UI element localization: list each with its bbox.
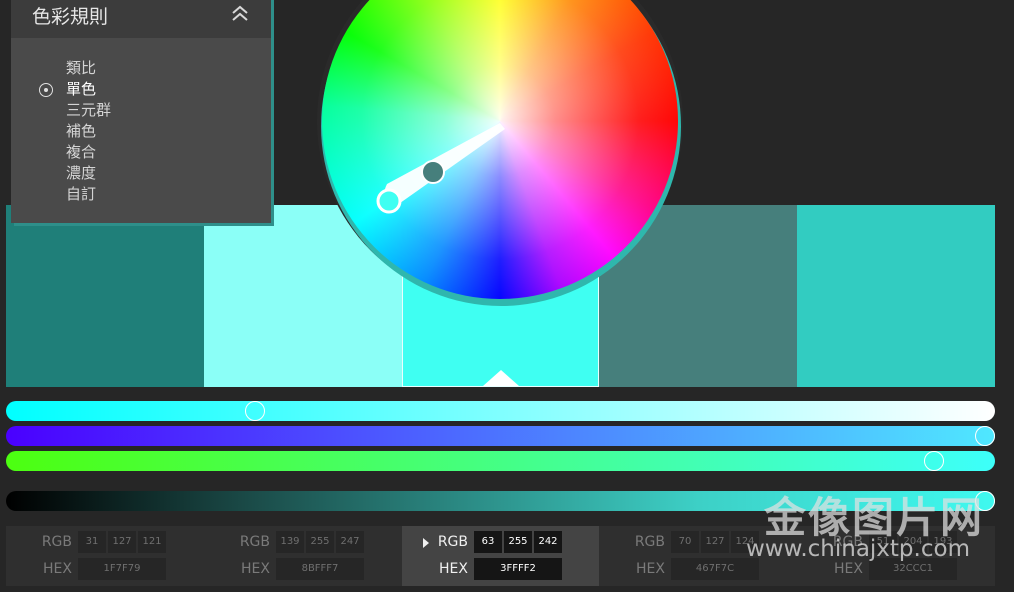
green-value-field[interactable]: 255 [306, 531, 334, 553]
hex-value-field[interactable]: 8BFFF7 [276, 558, 364, 580]
rule-label: 自訂 [66, 185, 97, 203]
rgb-label: RGB [832, 534, 863, 550]
rule-compound[interactable]: 複合 [11, 142, 271, 163]
rule-label: 單色 [66, 80, 97, 98]
color-swatch-1[interactable] [6, 205, 204, 387]
collapse-chevron-up-icon[interactable] [231, 4, 249, 24]
color-wheel-container [317, 0, 683, 306]
saturation-slider-knob[interactable] [975, 426, 996, 446]
rule-label: 三元群 [66, 101, 112, 119]
color-rules-panel: 色彩規則 類比 單色 三元群 補色 複合 濃度 自訂 [11, 0, 271, 223]
color-rules-app: 色彩規則 類比 單色 三元群 補色 複合 濃度 自訂 RGB 31 127 12… [0, 0, 1014, 592]
rule-list: 類比 單色 三元群 補色 複合 濃度 自訂 [11, 58, 271, 205]
rule-label: 補色 [66, 122, 97, 140]
color-values-4: RGB 70 127 124 HEX 467F7C [599, 526, 797, 586]
blue-value-field[interactable]: 121 [138, 531, 166, 553]
hue-slider[interactable] [6, 401, 995, 421]
rule-custom[interactable]: 自訂 [11, 184, 271, 205]
rule-label: 濃度 [66, 164, 97, 182]
value-slider-knob[interactable] [975, 491, 996, 511]
rgb-label: RGB [634, 534, 665, 550]
color-swatch-5[interactable] [797, 205, 995, 387]
green-value-field[interactable]: 204 [899, 531, 927, 553]
rule-label: 複合 [66, 143, 97, 161]
blue-value-field[interactable]: 124 [731, 531, 759, 553]
hue-slider-knob[interactable] [245, 401, 266, 421]
blue-value-field[interactable]: 242 [534, 531, 562, 553]
red-value-field[interactable]: 139 [276, 531, 304, 553]
hex-label: HEX [43, 561, 72, 577]
blue-value-field[interactable]: 247 [336, 531, 364, 553]
color-values-5: RGB 51 204 193 HEX 32CCC1 [797, 526, 995, 586]
red-value-field[interactable]: 70 [671, 531, 699, 553]
panel-header[interactable]: 色彩規則 [11, 0, 271, 38]
rule-label: 類比 [66, 59, 97, 77]
rule-monochromatic[interactable]: 單色 [11, 79, 271, 100]
hex-label: HEX [241, 561, 270, 577]
red-value-field[interactable]: 31 [78, 531, 106, 553]
red-value-field[interactable]: 63 [474, 531, 502, 553]
radio-selected-icon[interactable] [39, 83, 53, 97]
rgb-label: RGB [41, 534, 72, 550]
color-values-base: RGB 63 255 242 HEX 3FFFF2 [402, 526, 599, 586]
panel-title: 色彩規則 [32, 6, 109, 28]
red-value-field[interactable]: 51 [869, 531, 897, 553]
hex-value-field[interactable]: 3FFFF2 [474, 558, 562, 580]
value-slider[interactable] [6, 491, 996, 511]
rule-triad[interactable]: 三元群 [11, 100, 271, 121]
rgb-label: RGB [437, 534, 468, 550]
saturation-slider[interactable] [6, 426, 996, 446]
hex-label: HEX [439, 561, 468, 577]
hex-value-field[interactable]: 32CCC1 [869, 558, 957, 580]
green-value-field[interactable]: 127 [108, 531, 136, 553]
blue-value-field[interactable]: 193 [929, 531, 957, 553]
base-color-marker-icon [483, 370, 519, 386]
rgb-label: RGB [239, 534, 270, 550]
hex-label: HEX [636, 561, 665, 577]
color-values-1: RGB 31 127 121 HEX 1F7F79 [6, 526, 204, 586]
rule-complementary[interactable]: 補色 [11, 121, 271, 142]
brightness-slider[interactable] [6, 451, 995, 471]
rule-analogous[interactable]: 類比 [11, 58, 271, 79]
rule-shades[interactable]: 濃度 [11, 163, 271, 184]
hex-value-field[interactable]: 1F7F79 [78, 558, 166, 580]
hex-label: HEX [834, 561, 863, 577]
color-values-2: RGB 139 255 247 HEX 8BFFF7 [204, 526, 402, 586]
green-value-field[interactable]: 255 [504, 531, 532, 553]
hex-value-field[interactable]: 467F7C [671, 558, 759, 580]
green-value-field[interactable]: 127 [701, 531, 729, 553]
brightness-slider-knob[interactable] [923, 451, 944, 471]
